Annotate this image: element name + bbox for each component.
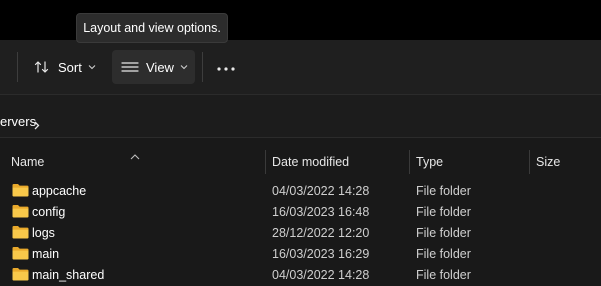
sort-label: Sort <box>58 59 82 75</box>
more-options-button[interactable] <box>212 57 240 77</box>
file-date-modified: 04/03/2022 14:28 <box>272 184 370 198</box>
file-type: File folder <box>416 268 471 282</box>
file-type: File folder <box>416 205 471 219</box>
list-item[interactable]: config 16/03/2023 16:48 File folder <box>0 202 601 223</box>
column-header-size[interactable]: Size <box>536 155 560 169</box>
file-date-modified: 04/03/2022 14:28 <box>272 268 370 282</box>
tooltip-text: Layout and view options. <box>83 21 221 35</box>
folder-icon <box>12 183 29 197</box>
column-header-date-modified[interactable]: Date modified <box>272 155 349 169</box>
breadcrumb-current[interactable]: ervers <box>0 114 36 129</box>
list-item[interactable]: main_shared 04/03/2022 14:28 File folder <box>0 265 601 286</box>
chevron-right-icon[interactable] <box>34 117 40 135</box>
file-date-modified: 16/03/2023 16:48 <box>272 205 370 219</box>
list-item[interactable]: logs 28/12/2022 12:20 File folder <box>0 223 601 244</box>
file-name: main_shared <box>32 268 105 282</box>
file-explorer-window: Layout and view options. Sort View erver… <box>0 0 601 286</box>
column-header-name[interactable]: Name <box>11 155 44 169</box>
file-date-modified: 16/03/2023 16:29 <box>272 247 370 261</box>
sort-ascending-icon <box>130 147 140 165</box>
column-divider[interactable] <box>409 150 410 174</box>
chevron-down-icon <box>88 64 96 70</box>
address-bar[interactable] <box>0 94 601 138</box>
file-name: config <box>32 205 66 219</box>
file-date-modified: 28/12/2022 12:20 <box>272 226 370 240</box>
list-item[interactable]: appcache 04/03/2022 14:28 File folder <box>0 181 601 202</box>
list-item[interactable]: main 16/03/2023 16:29 File folder <box>0 244 601 265</box>
folder-icon <box>12 225 29 239</box>
view-button[interactable]: View <box>112 50 195 84</box>
column-divider[interactable] <box>265 150 266 174</box>
file-type: File folder <box>416 226 471 240</box>
file-type: File folder <box>416 247 471 261</box>
file-type: File folder <box>416 184 471 198</box>
folder-icon <box>12 267 29 281</box>
file-name: appcache <box>32 184 87 198</box>
sort-icon <box>33 58 51 76</box>
column-divider[interactable] <box>529 150 530 174</box>
file-name: main <box>32 247 60 261</box>
chevron-down-icon <box>180 64 188 70</box>
toolbar-divider <box>202 52 203 82</box>
column-header-type[interactable]: Type <box>416 155 443 169</box>
folder-icon <box>12 246 29 260</box>
view-tooltip: Layout and view options. <box>76 13 228 43</box>
view-list-icon <box>121 58 139 76</box>
folder-icon <box>12 204 29 218</box>
ellipsis-icon <box>216 58 236 76</box>
sort-button[interactable]: Sort <box>27 50 103 84</box>
file-name: logs <box>32 226 55 240</box>
toolbar-divider <box>17 52 18 82</box>
view-label: View <box>146 59 174 75</box>
